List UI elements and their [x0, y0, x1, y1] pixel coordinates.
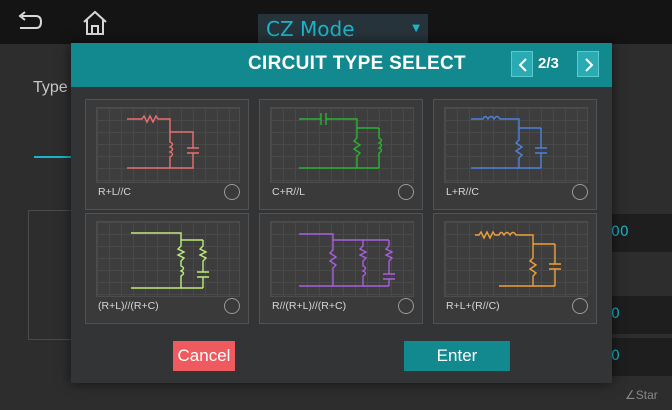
- mode-select[interactable]: CZ Mode ▼: [258, 14, 428, 44]
- circuit-radio[interactable]: [224, 184, 240, 200]
- mode-select-value: CZ Mode: [266, 17, 355, 41]
- circuit-radio[interactable]: [224, 298, 240, 314]
- circuit-diagram: [444, 221, 588, 297]
- circuit-diagram: [444, 107, 588, 183]
- circuit-radio[interactable]: [572, 184, 588, 200]
- circuit-r-par-rl-par-rc-icon: [299, 233, 395, 287]
- page-indicator: 2/3: [538, 55, 559, 72]
- circuit-diagram: [96, 221, 240, 297]
- circuit-card-l-r-par-c[interactable]: L+R//C: [433, 99, 597, 210]
- circuit-label: L+R//C: [446, 186, 479, 198]
- circuit-label: (R+L)//(R+C): [98, 300, 159, 312]
- circuit-diagram: [270, 221, 414, 297]
- circuit-label: R+L//C: [98, 186, 131, 198]
- circuit-rl-par-rc-icon: [131, 232, 209, 289]
- circuit-radio[interactable]: [572, 298, 588, 314]
- home-icon[interactable]: [80, 8, 110, 36]
- top-bar: CZ Mode ▼: [0, 0, 672, 44]
- circuit-r-l-r-par-c-icon: [475, 230, 561, 287]
- circuit-l-r-par-c-icon: [471, 115, 547, 169]
- back-arrow-icon[interactable]: [14, 8, 44, 36]
- circuit-label: R//(R+L)//(R+C): [272, 300, 347, 312]
- cancel-button[interactable]: Cancel: [173, 341, 235, 371]
- circuit-radio[interactable]: [398, 298, 414, 314]
- circuit-c-r-par-l-icon: [299, 113, 383, 169]
- circuit-card-rl-par-rc[interactable]: (R+L)//(R+C): [85, 213, 249, 324]
- dialog-title: CIRCUIT TYPE SELECT: [248, 53, 466, 74]
- circuit-diagram: [96, 107, 240, 183]
- start-label: ∠Star: [625, 388, 658, 402]
- prev-page-button[interactable]: [511, 51, 533, 77]
- circuit-label: R+L+(R//C): [446, 300, 500, 312]
- background-field-a[interactable]: 00: [605, 214, 672, 252]
- circuit-card-r-par-rl-par-rc[interactable]: R//(R+L)//(R+C): [259, 213, 423, 324]
- circuit-card-r-l-r-par-c[interactable]: R+L+(R//C): [433, 213, 597, 324]
- enter-button[interactable]: Enter: [404, 341, 510, 371]
- circuit-radio[interactable]: [398, 184, 414, 200]
- type-label: Type: [33, 79, 68, 96]
- circuit-r-l-par-c-icon: [127, 114, 199, 169]
- circuit-diagram: [270, 107, 414, 183]
- circuit-label: C+R//L: [272, 186, 305, 198]
- circuit-type-dialog: CIRCUIT TYPE SELECT 2/3 R+L//C C+R//L L+…: [71, 43, 612, 383]
- chevron-right-icon: [585, 58, 594, 72]
- dialog-header: CIRCUIT TYPE SELECT 2/3: [71, 43, 612, 87]
- next-page-button[interactable]: [577, 51, 599, 77]
- background-field-c[interactable]: 0: [605, 338, 672, 376]
- caret-down-icon: ▼: [412, 23, 420, 34]
- chevron-left-icon: [518, 58, 527, 72]
- circuit-card-r-l-par-c[interactable]: R+L//C: [85, 99, 249, 210]
- background-field-b[interactable]: 0: [605, 296, 672, 334]
- circuit-card-c-r-par-l[interactable]: C+R//L: [259, 99, 423, 210]
